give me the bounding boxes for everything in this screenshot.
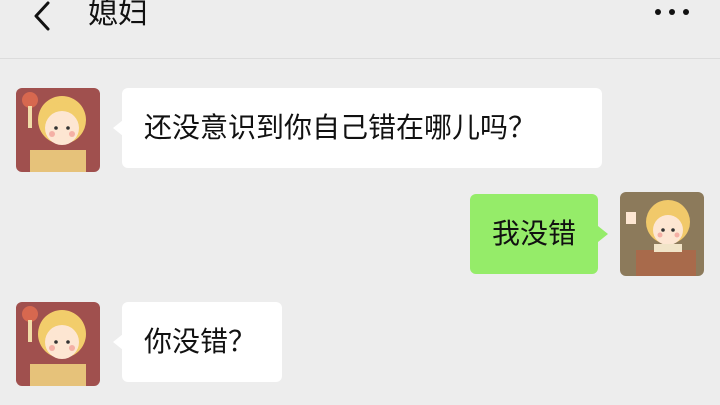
- girl-avatar[interactable]: [16, 88, 100, 172]
- message-bubble[interactable]: 你没错？: [122, 302, 282, 382]
- more-dots-icon[interactable]: [652, 6, 692, 18]
- message-bubble[interactable]: 我没错: [470, 194, 598, 274]
- girl-avatar[interactable]: [16, 302, 100, 386]
- message-bubble[interactable]: 还没意识到你自己错在哪儿吗？: [122, 88, 602, 168]
- chevron-left-icon[interactable]: [28, 0, 58, 34]
- chat-header: 媳妇: [0, 0, 720, 59]
- boy-avatar[interactable]: [620, 192, 704, 276]
- chat-title: 媳妇: [88, 0, 148, 31]
